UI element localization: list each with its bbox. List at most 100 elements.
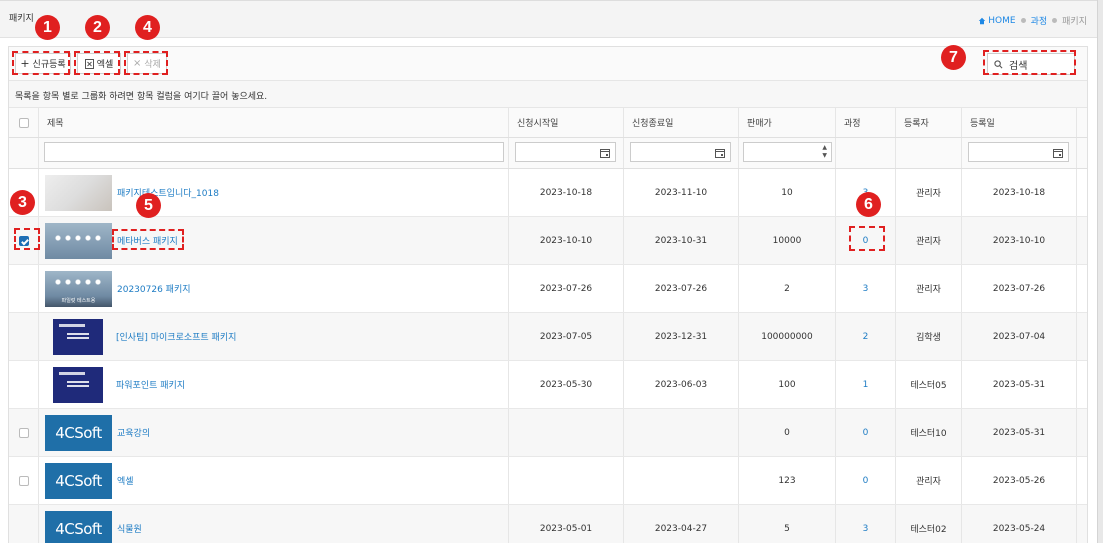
col-header-price[interactable]: 판매가 [739,108,836,137]
group-drop-area[interactable]: 목록을 항목 별로 그룹화 하려면 항목 컬럼을 여기다 끌어 놓으세요. [9,81,1087,108]
registrant-value: 테스터05 [910,381,947,391]
cell-registrant: 관리자 [896,169,962,216]
package-title-link[interactable]: 식물원 [117,522,142,535]
cell-end: 2023-10-31 [624,217,739,264]
table-header: 제목 신청시작일 신청종료일 판매가 과정 등록자 등록일 [9,108,1087,138]
registrant-value: 관리자 [916,285,941,295]
cell-price: 2 [739,265,836,312]
course-count-link[interactable]: 1 [863,380,869,390]
table-row[interactable]: [인사팀] 마이크로소프트 패키지 2023-07-05 2023-12-31 100… [9,313,1087,361]
package-title-link[interactable]: 교육강의 [117,426,150,439]
annotation-badge-3: 3 [10,190,35,215]
reg-date-filter-input[interactable] [968,142,1069,162]
date-value: 2023-10-18 [992,187,1046,198]
col-header-end-date[interactable]: 신청종료일 [624,108,739,137]
col-header-start-date[interactable]: 신청시작일 [509,108,624,137]
price-value: 5 [784,523,790,534]
col-header-title[interactable]: 제목 [39,108,509,137]
package-title-link[interactable]: 엑셀 [117,474,134,487]
cell-price: 10 [739,169,836,216]
filter-row: ▲ ▼ [9,138,1087,169]
cell-date: 2023-07-04 [962,313,1077,360]
package-grid-panel: + 신규등록 엑셀 × 삭제 검색 목록을 항목 별로 그룹화 하려면 항목 컬… [8,46,1088,543]
annotation-badge-7: 7 [941,45,966,70]
cell-course: 2 [836,313,896,360]
calendar-icon[interactable] [1051,146,1065,160]
course-count-link[interactable]: 0 [863,476,869,486]
package-title-link[interactable]: 패키지테스트입니다_1018 [117,186,219,199]
package-thumbnail[interactable]: 4CSoft [45,510,112,543]
col-header-course[interactable]: 과정 [836,108,896,137]
table-row[interactable]: 파일럿 테스트용 20230726 패키지 2023-07-26 2023-07-26… [9,265,1087,313]
table-row[interactable]: 4CSoft 식물원 2023-05-01 2023-04-27 5 3 테스터02 2023… [9,505,1087,543]
col-header-reg-date[interactable]: 등록일 [962,108,1077,137]
cell-end: 2023-07-26 [624,265,739,312]
table-row[interactable]: 파워포인트 패키지 2023-05-30 2023-06-03 100 1 테스터05 20… [9,361,1087,409]
filter-cell-reg-date [962,138,1077,168]
start-date-filter-input[interactable] [515,142,616,162]
annotation-box-search [983,50,1076,75]
end-date-filter-input[interactable] [630,142,731,162]
spin-up-icon[interactable]: ▲ [822,144,827,152]
select-all-checkbox[interactable] [18,117,29,128]
col-header-registrant[interactable]: 등록자 [896,108,962,137]
package-thumbnail[interactable]: 파일럿 테스트용 [45,270,112,307]
start-value: 2023-05-01 [539,523,593,534]
table-row[interactable]: 패키지테스트입니다_1018 2023-10-18 2023-11-10 10 3 관리자… [9,169,1087,217]
table-row[interactable]: 4CSoft 교육강의 0 0 테스터10 2023-05-31 [9,409,1087,457]
course-count-link[interactable]: 3 [863,284,869,294]
calendar-icon[interactable] [598,146,612,160]
annotation-badge-6: 6 [856,192,881,217]
package-title-link[interactable]: 파워포인트 패키지 [116,378,185,391]
cell-registrant: 관리자 [896,217,962,264]
breadcrumb-separator [1020,18,1026,23]
package-thumbnail[interactable]: 4CSoft [45,462,112,499]
cell-sel [9,265,39,312]
table-row[interactable]: 4CSoft 엑셀 123 0 관리자 2023-05-26 [9,457,1087,505]
title-filter-input[interactable] [44,142,504,162]
package-thumbnail[interactable]: 4CSoft [45,414,112,451]
cell-course: 3 [836,505,896,543]
cell-end [624,457,739,504]
cell-sel [9,505,39,543]
course-count-link[interactable]: 3 [863,524,869,534]
cell-sel [9,409,39,456]
cell-registrant: 테스터10 [896,409,962,456]
breadcrumb-course[interactable]: 과정 [1031,14,1048,27]
cell-course: 0 [836,409,896,456]
price-value: 10 [781,187,793,198]
package-thumbnail[interactable] [45,222,112,259]
spin-down-icon[interactable]: ▼ [822,152,827,160]
breadcrumb-home[interactable]: HOME [978,15,1016,26]
cell-date: 2023-05-26 [962,457,1077,504]
filter-cell-title [39,138,509,168]
start-value: 2023-07-05 [539,331,593,342]
package-title-link[interactable]: [인사팀] 마이크로소프트 패키지 [116,330,236,343]
cell-start: 2023-10-10 [509,217,624,264]
breadcrumb-home-label: HOME [988,15,1016,26]
price-filter-input[interactable]: ▲ ▼ [743,142,832,162]
row-checkbox[interactable] [18,427,29,438]
cell-title: 파워포인트 패키지 [39,361,509,408]
price-value: 100000000 [761,331,813,342]
price-value: 10000 [772,235,802,246]
start-value: 2023-07-26 [539,283,593,294]
cell-start: 2023-05-01 [509,505,624,543]
window-scrollbar[interactable] [1097,0,1103,543]
course-count-link[interactable]: 0 [863,428,869,438]
calendar-icon[interactable] [713,146,727,160]
end-value: 2023-11-10 [654,187,708,198]
number-spinner[interactable]: ▲ ▼ [822,144,827,160]
package-thumbnail[interactable] [53,366,103,403]
package-title-link[interactable]: 20230726 패키지 [117,282,191,295]
package-thumbnail[interactable] [45,174,112,211]
package-thumbnail[interactable] [53,318,103,355]
cell-start: 2023-07-26 [509,265,624,312]
annotation-badge-2: 2 [85,15,110,40]
row-checkbox[interactable] [18,475,29,486]
course-count-link[interactable]: 2 [863,332,869,342]
date-value: 2023-07-04 [992,331,1046,342]
date-value: 2023-07-26 [992,283,1046,294]
cell-title: 4CSoft 식물원 [39,505,509,543]
cell-price: 10000 [739,217,836,264]
